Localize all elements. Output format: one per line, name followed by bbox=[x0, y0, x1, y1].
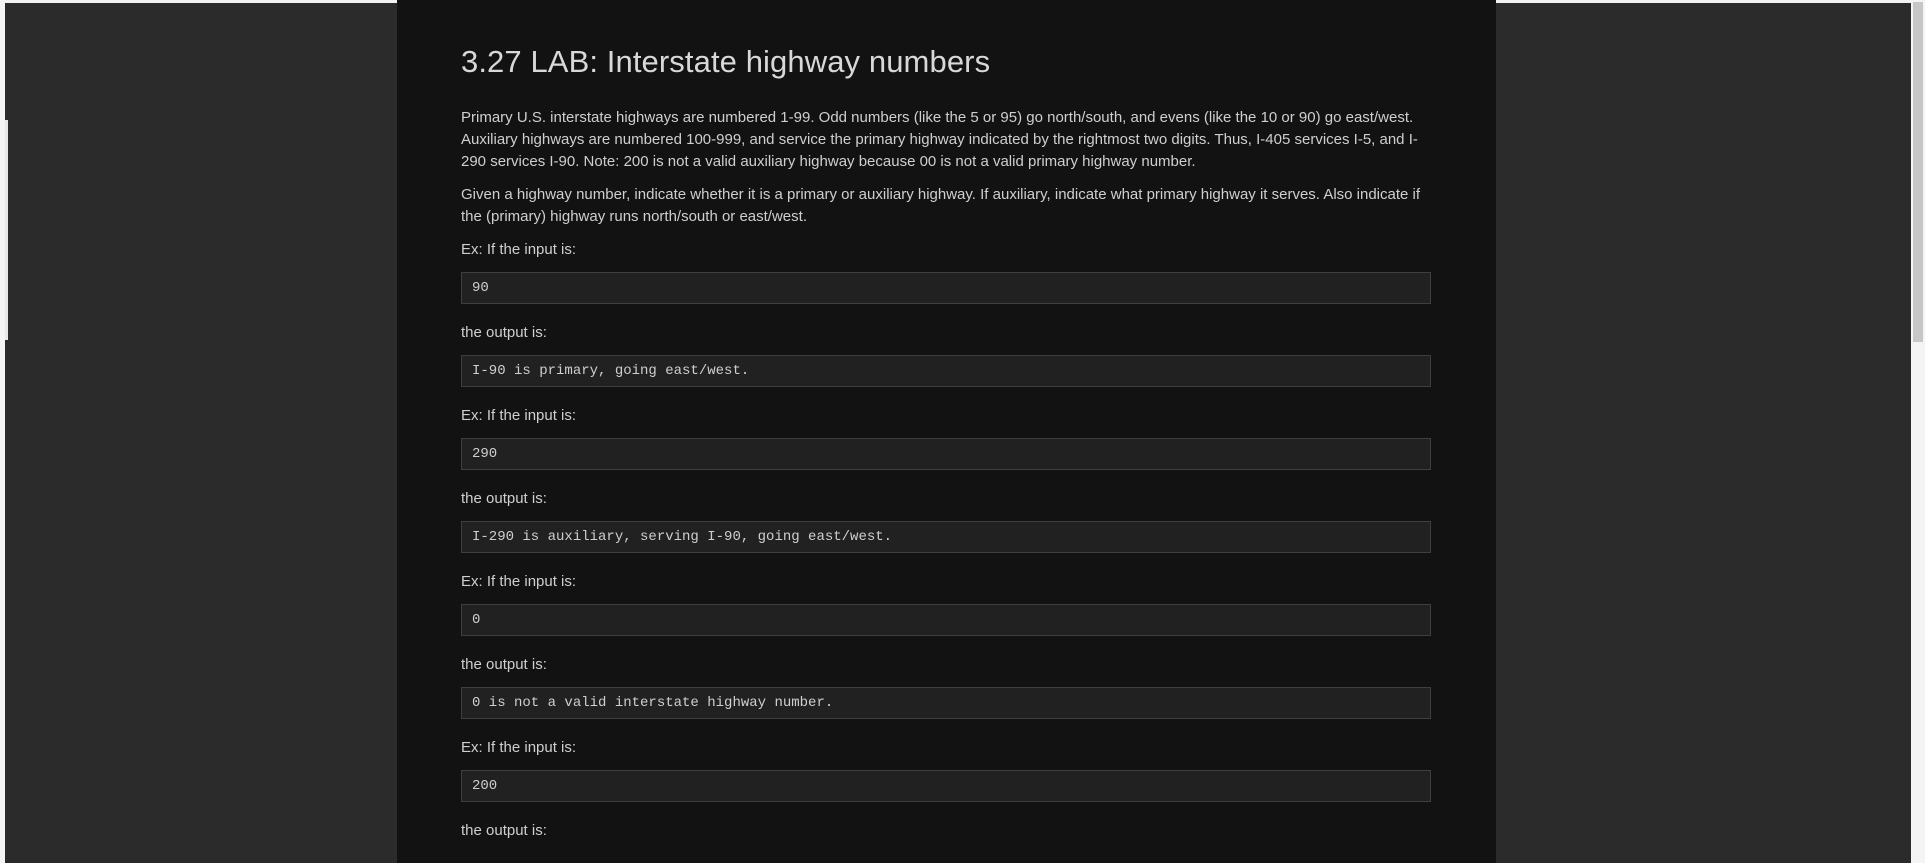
example-output-label: the output is: bbox=[461, 324, 547, 341]
example-output-code-box: 0 is not a valid interstate highway numb… bbox=[461, 687, 1431, 719]
example-input-code-box: 0 bbox=[461, 604, 1431, 636]
example-output-code-box: I-90 is primary, going east/west. bbox=[461, 355, 1431, 387]
example-input-code-box: 90 bbox=[461, 272, 1431, 304]
example-output-label: the output is: bbox=[461, 822, 547, 839]
example-input-code-box: 290 bbox=[461, 438, 1431, 470]
lab-description-paragraph-2: Given a highway number, indicate whether… bbox=[461, 186, 1421, 225]
lab-description-paragraph-1: Primary U.S. interstate highways are num… bbox=[461, 109, 1418, 170]
browser-viewport: 3.27 LAB: Interstate highway numbers Pri… bbox=[0, 0, 1925, 863]
example-input-label: Ex: If the input is: bbox=[461, 739, 577, 756]
example-input-label: Ex: If the input is: bbox=[461, 241, 577, 258]
example-input-code-box: 200 bbox=[461, 770, 1431, 802]
example-input-label: Ex: If the input is: bbox=[461, 573, 577, 590]
example-output-label: the output is: bbox=[461, 656, 547, 673]
example-output-code-box: I-290 is auxiliary, serving I-90, going … bbox=[461, 521, 1431, 553]
page-title: 3.27 LAB: Interstate highway numbers bbox=[461, 44, 991, 79]
scrollbar-thumb[interactable] bbox=[1913, 2, 1923, 342]
lab-content-panel: 3.27 LAB: Interstate highway numbers Pri… bbox=[397, 0, 1496, 863]
left-gray-tab bbox=[5, 120, 8, 340]
example-output-label: the output is: bbox=[461, 490, 547, 507]
example-input-label: Ex: If the input is: bbox=[461, 407, 577, 424]
vertical-scrollbar[interactable] bbox=[1911, 0, 1925, 863]
